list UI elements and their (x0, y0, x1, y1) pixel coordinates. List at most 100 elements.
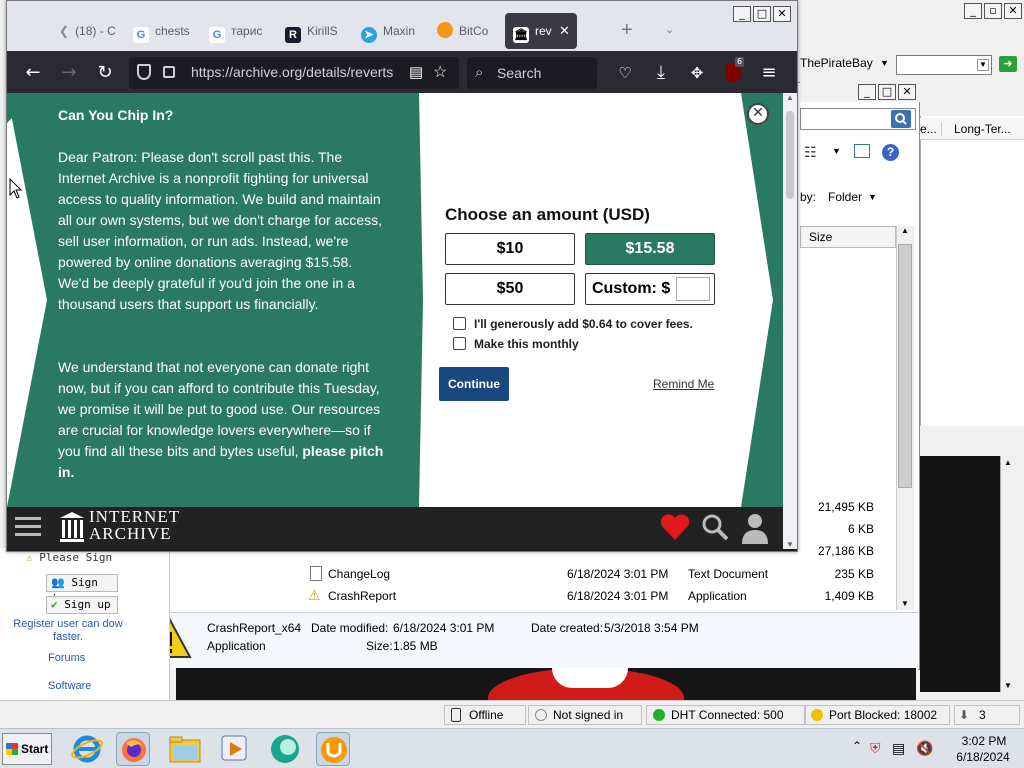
network-icon[interactable]: ▤ (892, 740, 905, 757)
register-link[interactable]: Register user can dow faster. (6, 618, 130, 644)
close-button[interactable]: ✕ (773, 6, 791, 22)
custom-amount-button[interactable]: Custom: $ (585, 273, 715, 305)
archive-logo-icon[interactable] (59, 511, 85, 543)
tab-list-chevron-icon[interactable]: ⌄ (665, 23, 674, 36)
restore-button[interactable]: ▫ (984, 3, 1002, 19)
preview-pane-icon[interactable] (854, 144, 870, 158)
amount-15-58-button[interactable]: $15.58 (585, 233, 715, 265)
scroll-thumb[interactable] (786, 111, 794, 199)
remind-me-link[interactable]: Remind Me (653, 377, 714, 391)
forums-link[interactable]: Forums (48, 652, 85, 664)
port-status[interactable]: Port Blocked: 18002 (804, 705, 950, 725)
date-modified-label: Date modified: (311, 621, 389, 635)
scroll-down-icon[interactable]: ▼ (1004, 681, 1012, 690)
close-tab-icon[interactable]: ✕ (559, 13, 570, 49)
close-button[interactable]: ✕ (1004, 3, 1022, 19)
tab[interactable]: ❮ (18) - C (59, 13, 127, 49)
security-icon[interactable]: ⛨ (870, 740, 881, 757)
scrollbar[interactable]: ▲ ▼ (1000, 456, 1018, 692)
reader-view-icon[interactable]: ▤ (409, 63, 423, 81)
help-icon[interactable]: ? (882, 144, 899, 161)
downloads-icon[interactable]: ⤓ (647, 59, 675, 87)
search-icon[interactable] (701, 513, 729, 541)
pocket-icon[interactable]: ♡ (611, 59, 639, 87)
shield-icon[interactable] (137, 64, 151, 80)
scroll-up-icon[interactable]: ▲ (1004, 458, 1012, 467)
list-item[interactable]: ChangeLog 6/18/2024 3:01 PM Text Documen… (308, 564, 908, 586)
menu-icon[interactable]: ≡ (755, 59, 783, 87)
scroll-up-icon[interactable]: ▲ (786, 93, 794, 102)
scroll-down-icon[interactable]: ▼ (786, 540, 794, 549)
file-date: 6/18/2024 3:01 PM (567, 589, 669, 603)
close-banner-button[interactable]: ✕ (747, 103, 769, 125)
sign-up-button[interactable]: ✔ Sign up (46, 596, 118, 614)
search-engine-select[interactable]: ThePirateBay ▼ (800, 54, 892, 74)
bookmark-star-icon[interactable]: ☆ (433, 62, 447, 82)
tab[interactable]: Gтарис (209, 13, 279, 49)
sort-by-value[interactable]: Folder (828, 190, 862, 204)
close-button[interactable]: ✕ (898, 84, 916, 100)
heart-icon[interactable] (659, 511, 691, 543)
bitcoin-icon (437, 22, 453, 38)
tab[interactable]: R KirillS (285, 13, 355, 49)
tab[interactable]: BitCo (437, 13, 507, 49)
archive-logo-text[interactable]: INTERNET ARCHIVE (89, 508, 180, 542)
fee-checkbox[interactable] (453, 317, 466, 330)
url-text[interactable]: https://archive.org/details/reverts (191, 64, 403, 80)
reload-icon[interactable]: ↻ (91, 59, 119, 87)
show-hidden-icons-icon[interactable]: ⌃ (852, 739, 862, 753)
firefox-taskbar-icon[interactable] (116, 732, 150, 766)
chevron-down-icon[interactable]: ▼ (868, 192, 877, 202)
media-player-icon[interactable] (218, 732, 252, 766)
clock-date[interactable]: 6/18/2024 (946, 750, 1020, 764)
minimize-button[interactable]: _ (964, 3, 982, 19)
maximize-button[interactable]: □ (878, 84, 896, 100)
search-icon[interactable] (891, 110, 911, 128)
search-bar[interactable]: ⌕ Search (467, 57, 597, 89)
minimize-button[interactable]: _ (858, 84, 876, 100)
amount-10-button[interactable]: $10 (445, 233, 575, 265)
chat-app-icon[interactable] (268, 732, 302, 766)
go-arrow-icon[interactable]: ➜ (999, 56, 1017, 72)
start-button[interactable]: Start (2, 733, 52, 765)
back-icon[interactable]: ← (19, 59, 47, 87)
scroll-thumb[interactable] (898, 244, 912, 488)
maximize-button[interactable]: □ (753, 6, 771, 22)
user-account-icon[interactable] (741, 511, 769, 545)
scroll-up-icon[interactable]: ▲ (901, 226, 909, 235)
minimize-button[interactable]: _ (733, 6, 751, 22)
monthly-checkbox-row[interactable]: Make this monthly (453, 337, 579, 353)
tab-active[interactable]: 🏛 rev ✕ (505, 13, 577, 49)
fee-checkbox-row[interactable]: I'll generously add $0.64 to cover fees. (453, 317, 693, 333)
sort-by-control[interactable]: by: Folder ▼ (800, 188, 918, 208)
monthly-checkbox[interactable] (453, 337, 466, 350)
size-column-header[interactable]: Size (800, 226, 896, 248)
view-list-icon[interactable]: ☷ (804, 144, 817, 161)
utorrent-taskbar-icon[interactable] (316, 732, 350, 766)
hamburger-menu-icon[interactable] (15, 517, 41, 536)
extensions-icon[interactable]: ✥ (683, 59, 711, 87)
internet-explorer-icon[interactable] (70, 732, 104, 766)
monthly-checkbox-label: Make this monthly (474, 337, 579, 351)
new-tab-button[interactable]: + (621, 19, 633, 42)
chevron-down-icon[interactable]: ▼ (832, 146, 841, 156)
list-item[interactable]: ⚠ CrashReport 6/18/2024 3:01 PM Applicat… (308, 586, 908, 608)
folder-icon[interactable] (168, 732, 202, 766)
column-header[interactable]: e... (920, 122, 942, 136)
volume-muted-icon[interactable]: 🔇 (916, 740, 933, 757)
forward-icon[interactable]: → (55, 59, 83, 87)
lock-icon[interactable] (163, 66, 175, 78)
custom-amount-input[interactable] (676, 277, 710, 301)
column-header-long-term[interactable]: Long-Ter... (954, 122, 1011, 136)
continue-button[interactable]: Continue (439, 367, 509, 401)
software-link[interactable]: Software (48, 680, 91, 692)
tab[interactable]: Gchests (133, 13, 203, 49)
sign-in-button[interactable]: 👥 Sign in (46, 574, 118, 605)
clock-time[interactable]: 3:02 PM (950, 734, 1018, 748)
tab[interactable]: ➤ Maxin (361, 13, 431, 49)
search-torrent-input[interactable]: ▼ (896, 55, 992, 75)
offline-label: Offline (469, 708, 504, 722)
url-bar[interactable]: https://archive.org/details/reverts ▤ ☆ (129, 57, 459, 89)
ublock-icon[interactable]: 6 (719, 57, 747, 87)
amount-50-button[interactable]: $50 (445, 273, 575, 305)
